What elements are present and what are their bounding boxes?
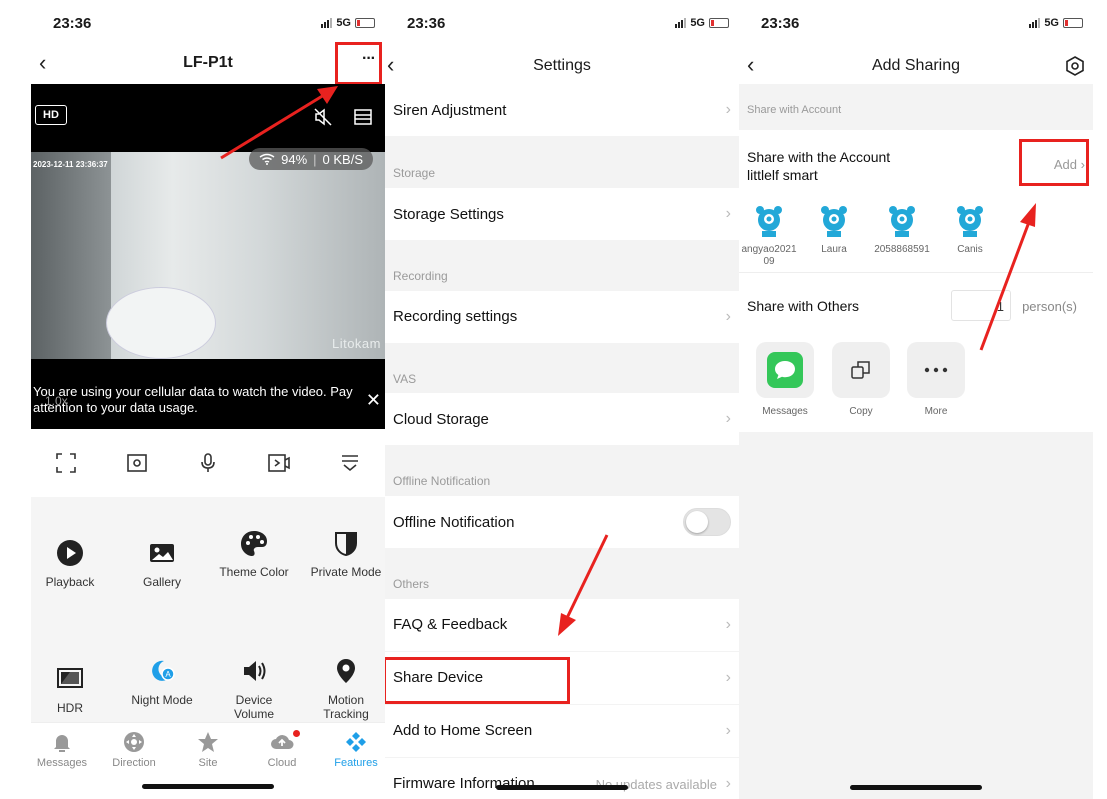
feature-gallery[interactable]: Gallery [123,539,201,589]
direction-pad-icon [103,731,165,753]
night-mode-icon: A [123,657,201,685]
bottom-tab-bar: Messages Direction Site Cloud Features [31,722,385,799]
features-grid: Playback Gallery Theme Color Private Mod… [31,497,385,722]
cloud-upload-icon [268,730,300,753]
features-icon [325,731,385,753]
feature-night-mode[interactable]: A Night Mode [123,657,201,707]
annotation-arrow [220,86,338,160]
tab-label: Messages [36,757,88,769]
fullscreen-icon[interactable] [53,450,79,476]
feature-label: HDR [57,701,83,715]
tab-direction[interactable]: Direction [103,731,165,769]
home-indicator [142,784,274,789]
location-pin-icon [307,657,385,685]
annotation-arrow [558,534,609,636]
close-icon[interactable]: ✕ [366,390,381,411]
tab-label: Site [198,757,218,769]
feature-theme-color[interactable]: Theme Color [215,529,293,579]
feature-playback[interactable]: Playback [31,539,109,589]
tab-features[interactable]: Features [325,731,385,769]
video-toolbar [31,429,385,497]
collapse-icon[interactable] [337,450,363,476]
feature-private-mode[interactable]: Private Mode [307,529,385,579]
tab-messages[interactable]: Messages [31,731,93,769]
feature-hdr[interactable]: HDR [31,665,109,715]
tab-label: Cloud [267,757,297,769]
hdr-icon [31,665,109,693]
device-live-screen: 23:36 5G ‹ LF-P1t ··· HD 2023-12-11 23:3… [31,0,385,799]
screenshot-icon[interactable] [124,450,150,476]
feature-label: Motion Tracking [323,693,369,721]
home-indicator [496,785,628,790]
feature-label: Playback [45,575,95,589]
feature-label: Gallery [142,575,181,589]
feature-label: Night Mode [131,693,193,707]
home-indicator [850,785,982,790]
annotation-arrow [979,203,1036,351]
settings-screen: 23:36 5G ‹ Settings Siren Adjustment › St… [385,0,739,799]
microphone-icon[interactable] [195,450,221,476]
feature-motion-tracking[interactable]: Motion Tracking [307,657,385,721]
tab-label: Features [334,757,378,769]
feature-label: Private Mode [310,565,382,579]
play-icon [31,539,109,567]
feature-label: Device Volume [233,693,275,721]
add-sharing-screen: 23:36 5G ‹ Add Sharing Share with Accoun… [739,0,1093,799]
bell-icon [31,731,93,753]
record-video-icon[interactable] [266,450,292,476]
feature-device-volume[interactable]: Device Volume [215,657,293,721]
feature-label: Theme Color [219,565,289,579]
tab-cloud[interactable]: Cloud [251,730,313,769]
shield-icon [307,529,385,557]
star-icon [177,731,239,753]
svg-text:A: A [165,670,171,679]
cellular-data-notice: You are using your cellular data to watc… [33,384,353,415]
tab-site[interactable]: Site [177,731,239,769]
palette-icon [215,529,293,557]
image-icon [123,539,201,567]
brand-watermark: Litokam [331,336,381,351]
notification-badge [293,730,300,737]
tab-label: Direction [112,757,156,769]
speaker-icon [215,657,293,685]
